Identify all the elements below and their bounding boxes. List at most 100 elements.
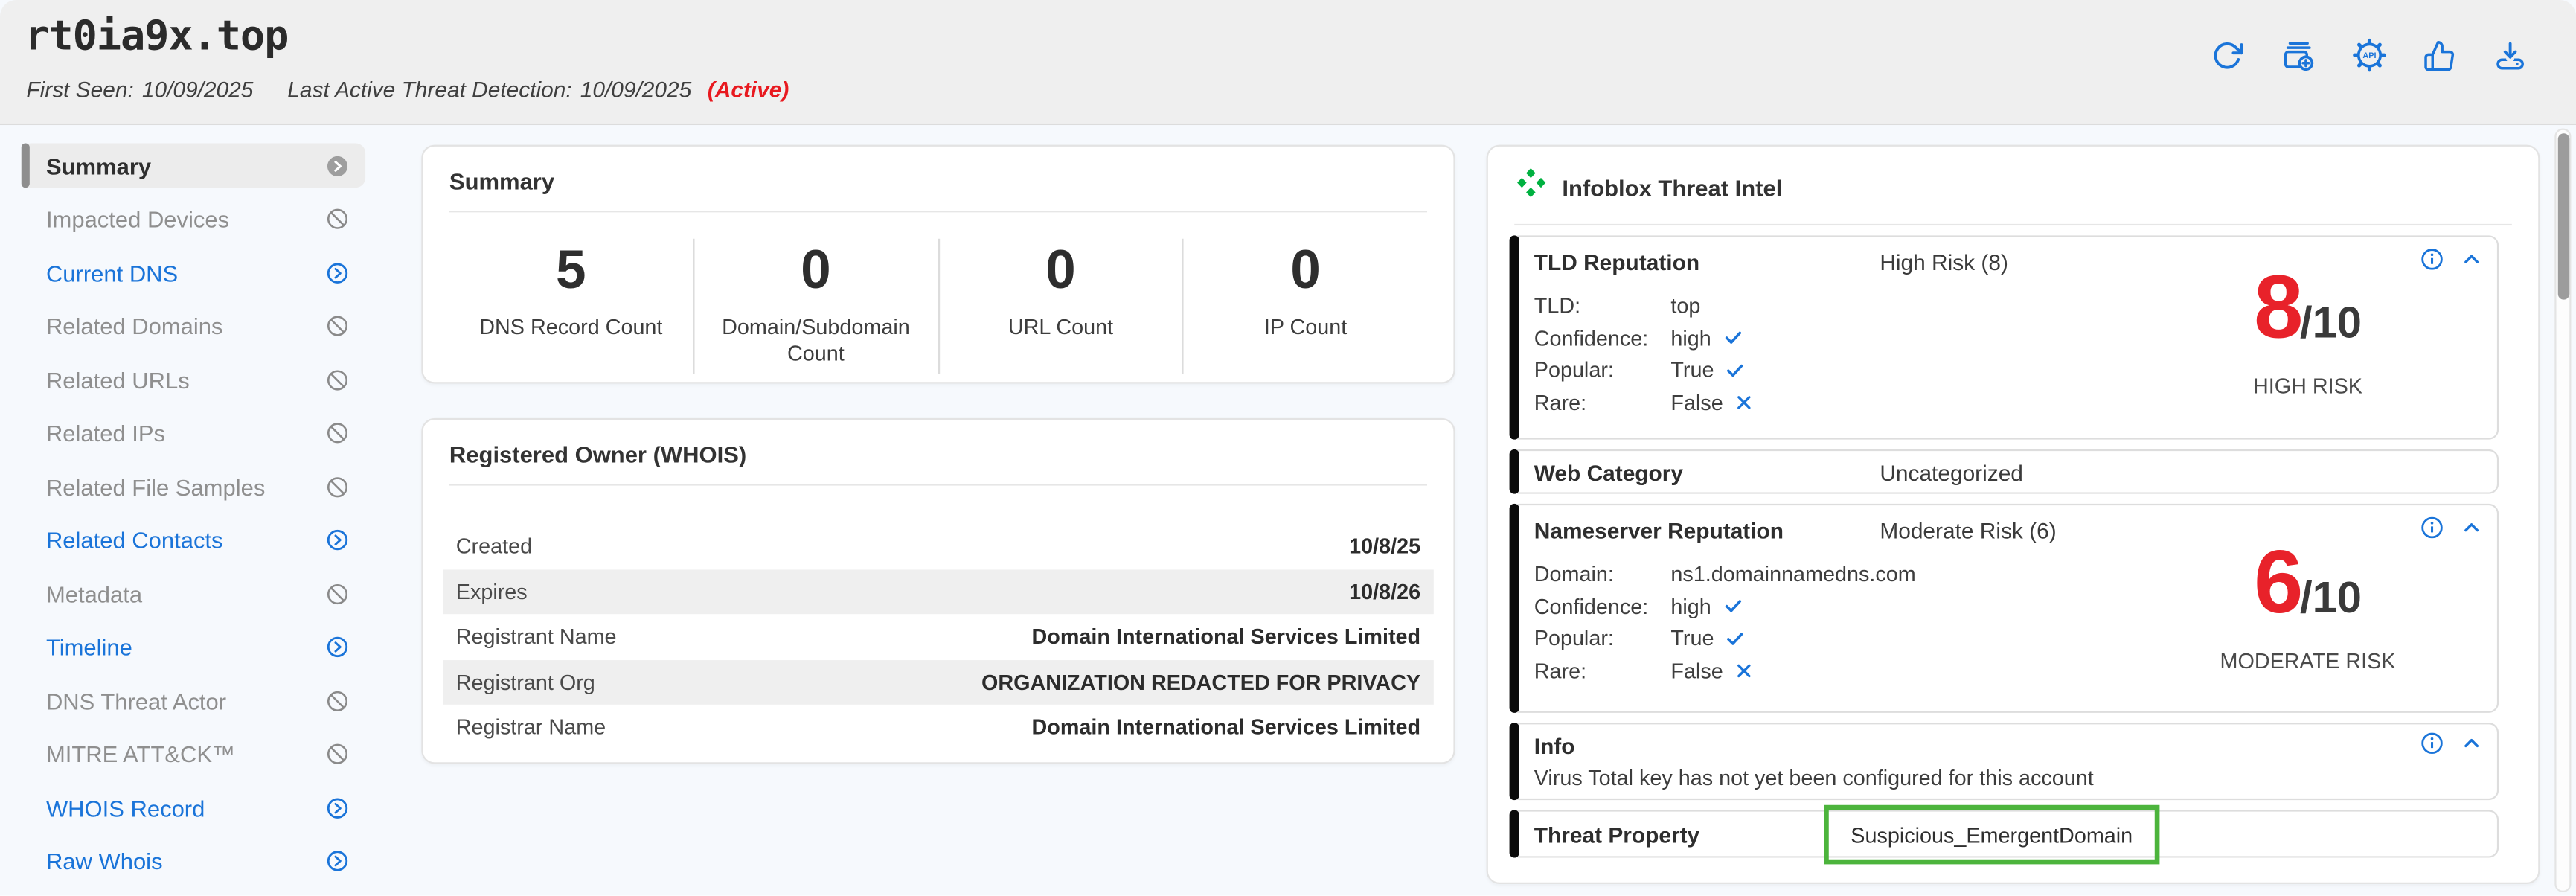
infoblox-logo-icon [1514, 166, 1547, 207]
chevron-up-icon [2461, 517, 2482, 543]
refresh-icon [2211, 39, 2243, 77]
divider [1514, 224, 2512, 225]
divider [449, 211, 1427, 212]
web-category-title: Web Category [1534, 461, 1880, 485]
dossier-page: rt0ia9x.top First Seen: 10/09/2025 Last A… [0, 0, 2576, 896]
threat-property-value: Suspicious_EmergentDomain [1851, 822, 2133, 847]
header-actions: API [2209, 39, 2528, 76]
stat-url-count: 0 URL Count [939, 239, 1184, 374]
tld-score: 8/10 HIGH RISK [2185, 273, 2432, 398]
sidebar-item-related-contacts[interactable]: Related Contacts [22, 518, 365, 563]
threat-property-highlight-box: Suspicious_EmergentDomain [1824, 805, 2159, 865]
sidebar-item-related-ips: Related IPs [22, 411, 365, 455]
domain-title: rt0ia9x.top [25, 11, 288, 59]
threat-property-section: Threat Property Suspicious_EmergentDomai… [1510, 810, 2499, 857]
no-entry-icon [326, 208, 349, 231]
table-row: Created 10/8/25 [443, 523, 1434, 569]
virustotal-info-text: Virus Total key has not yet been configu… [1534, 766, 2497, 790]
nameserver-risk-summary: Moderate Risk (6) [1880, 519, 2056, 543]
info-section-collapse-button[interactable] [2459, 734, 2484, 758]
detection-subtitle: First Seen: 10/09/2025 Last Active Threat… [26, 77, 789, 102]
thumbs-up-icon [2423, 39, 2455, 77]
sidebar-item-related-domains: Related Domains [22, 304, 365, 348]
web-category-section: Web Category Uncategorized [1510, 449, 2499, 494]
sidebar-item-related-urls: Related URLs [22, 357, 365, 402]
intel-card-header: Infoblox Threat Intel [1488, 147, 2538, 208]
summary-stats: 5 DNS Record Count 0 Domain/Subdomain Co… [449, 239, 1427, 374]
stat-ip-count: 0 IP Count [1184, 239, 1427, 374]
check-icon [1723, 328, 1743, 348]
summary-card: Summary 5 DNS Record Count 0 Domain/Subd… [421, 145, 1455, 384]
infoblox-threat-intel-card: Infoblox Threat Intel TLD Reputation Hig… [1487, 145, 2540, 884]
web-category-value: Uncategorized [1880, 461, 2023, 485]
tld-risk-summary: High Risk (8) [1880, 250, 2008, 275]
chevron-up-icon [2461, 249, 2482, 275]
no-entry-icon [326, 743, 349, 766]
whois-rows: Created 10/8/25 Expires 10/8/26 Registra… [443, 523, 1434, 749]
info-icon [2419, 731, 2444, 761]
stat-dns-record-count: 5 DNS Record Count [449, 239, 694, 374]
nameserver-risk-label: MODERATE RISK [2185, 649, 2432, 673]
check-icon [1726, 629, 1746, 649]
chevron-circle-icon [326, 849, 349, 872]
registered-owner-whois-card: Registered Owner (WHOIS) Created 10/8/25… [421, 418, 1455, 764]
sidebar-item-raw-whois[interactable]: Raw Whois [22, 839, 365, 883]
sidebar-item-metadata: Metadata [22, 572, 365, 616]
tld-collapse-button[interactable] [2459, 249, 2484, 274]
intel-card-title: Infoblox Threat Intel [1562, 173, 1782, 199]
no-entry-icon [326, 368, 349, 391]
cross-icon [1734, 662, 1752, 679]
divider [449, 484, 1427, 485]
feedback-thumbs-up-button[interactable] [2421, 39, 2458, 76]
sidebar-item-summary[interactable]: Summary [22, 143, 365, 188]
sidebar-item-whois-record[interactable]: WHOIS Record [22, 785, 365, 830]
tld-reputation-title: TLD Reputation [1534, 250, 1880, 275]
sidebar-item-current-dns[interactable]: Current DNS [22, 250, 365, 295]
svg-text:API: API [2362, 51, 2375, 60]
nameserver-collapse-button[interactable] [2459, 518, 2484, 543]
no-entry-icon [326, 582, 349, 605]
sidebar-item-timeline[interactable]: Timeline [22, 625, 365, 670]
table-row: Expires 10/8/26 [443, 569, 1434, 614]
chevron-circle-filled-icon [326, 154, 349, 177]
no-entry-icon [326, 475, 349, 498]
refresh-button[interactable] [2209, 39, 2246, 76]
no-entry-icon [326, 421, 349, 444]
nameserver-score-value: 6 [2254, 548, 2300, 620]
tld-risk-label: HIGH RISK [2185, 374, 2432, 398]
info-section: Info Virus Total key has not yet been co… [1510, 723, 2499, 800]
api-settings-icon: API [2351, 38, 2386, 77]
check-icon [1726, 360, 1746, 380]
add-to-case-icon [2281, 39, 2314, 77]
chevron-circle-icon [326, 636, 349, 659]
first-seen-label: First Seen: [26, 77, 133, 102]
info-section-title: Info [1534, 735, 1880, 759]
summary-card-title: Summary [423, 147, 1454, 194]
scrollbar[interactable] [2554, 129, 2571, 893]
info-section-info-button[interactable] [2418, 732, 2444, 758]
add-to-case-button[interactable] [2280, 39, 2316, 76]
sidebar-item-impacted-devices: Impacted Devices [22, 196, 365, 241]
download-button[interactable] [2492, 39, 2528, 76]
table-row: Registrant Org ORGANIZATION REDACTED FOR… [443, 659, 1434, 705]
last-active-value: 10/09/2025 [580, 77, 691, 102]
stat-domain-subdomain-count: 0 Domain/Subdomain Count [694, 239, 939, 374]
scrollbar-thumb[interactable] [2558, 133, 2569, 299]
api-settings-button[interactable]: API [2351, 39, 2387, 76]
nameserver-score: 6/10 MODERATE RISK [2185, 548, 2432, 673]
chevron-circle-icon [326, 796, 349, 819]
sidebar-item-mitre-attack: MITRE ATT&CK™ [22, 732, 365, 776]
tld-info-button[interactable] [2418, 249, 2444, 275]
nameserver-reputation-section: Nameserver Reputation Moderate Risk (6) … [1510, 504, 2499, 713]
page-header: rt0ia9x.top First Seen: 10/09/2025 Last A… [0, 0, 2576, 125]
info-icon [2419, 515, 2444, 545]
last-active-label: Last Active Threat Detection: [287, 77, 571, 102]
table-row: Registrant Name Domain International Ser… [443, 614, 1434, 659]
chevron-circle-icon [326, 528, 349, 551]
chevron-circle-icon [326, 261, 349, 284]
nameserver-info-button[interactable] [2418, 517, 2444, 543]
active-status-badge: (Active) [708, 77, 789, 102]
nameserver-reputation-title: Nameserver Reputation [1534, 519, 1880, 543]
sidebar: Summary Impacted Devices Current DNS Rel… [22, 143, 365, 892]
download-icon [2493, 39, 2526, 77]
